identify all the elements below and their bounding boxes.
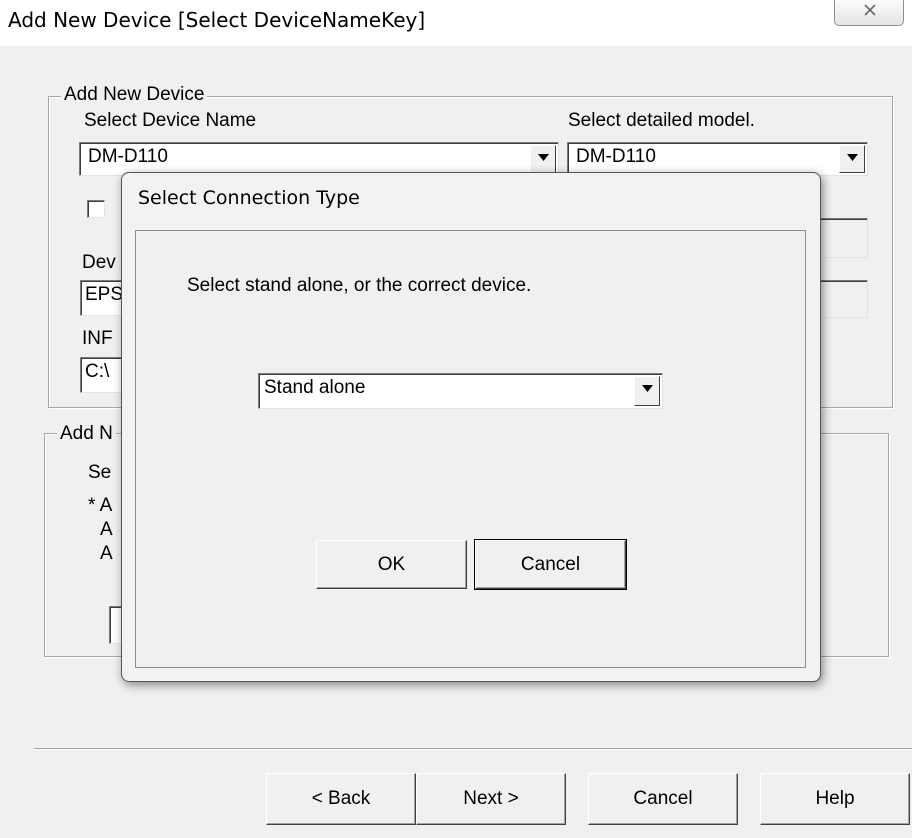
help-button[interactable]: Help [760, 773, 910, 825]
dialog-title: Select Connection Type [138, 187, 360, 209]
device-name-dropdown-button[interactable] [530, 145, 556, 173]
second-group-line-2: * A [88, 495, 113, 516]
chevron-down-icon [847, 154, 858, 161]
detailed-model-value: DM-D110 [576, 146, 656, 167]
option-checkbox[interactable] [87, 200, 105, 218]
dialog-cancel-button[interactable]: Cancel [474, 539, 627, 590]
device-name-value: DM-D110 [88, 146, 168, 167]
next-button[interactable]: Next > [416, 773, 566, 825]
dialog-instruction: Select stand alone, or the correct devic… [187, 275, 532, 296]
second-group-legend: Add N [57, 423, 116, 445]
add-new-device-legend: Add New Device [61, 84, 208, 106]
dialog-client: Select stand alone, or the correct devic… [135, 230, 806, 668]
chevron-down-icon [538, 154, 549, 161]
window-titlebar: Add New Device [Select DeviceNameKey] [0, 0, 912, 46]
detailed-model-label: Select detailed model. [568, 110, 755, 131]
device-name-combo[interactable]: DM-D110 [79, 142, 559, 176]
second-group-line-1: Se [88, 462, 112, 483]
connection-type-value: Stand alone [264, 377, 366, 398]
inf-field-partial: C:\ [85, 361, 110, 382]
window-title: Add New Device [Select DeviceNameKey] [8, 8, 426, 32]
footer-separator [34, 748, 912, 750]
second-group-line-4: A [100, 543, 113, 564]
connection-type-dropdown-button[interactable] [634, 376, 660, 406]
dialog-ok-button[interactable]: OK [316, 540, 467, 589]
device-label-partial: Dev [82, 252, 116, 273]
device-name-label: Select Device Name [84, 110, 257, 131]
inf-label-partial: INF [82, 328, 113, 349]
cancel-button[interactable]: Cancel [588, 773, 738, 825]
device-field-partial: EPS [85, 284, 124, 305]
connection-type-dialog: Select Connection Type Select stand alon… [121, 172, 821, 682]
second-group-line-3: A [100, 519, 113, 540]
window-close-button[interactable] [834, 0, 904, 26]
chevron-down-icon [642, 385, 653, 392]
close-icon [864, 4, 876, 16]
connection-type-combo[interactable]: Stand alone [258, 373, 663, 409]
back-button[interactable]: < Back [266, 773, 416, 825]
detailed-model-combo[interactable]: DM-D110 [567, 142, 868, 176]
detailed-model-dropdown-button[interactable] [839, 145, 865, 173]
